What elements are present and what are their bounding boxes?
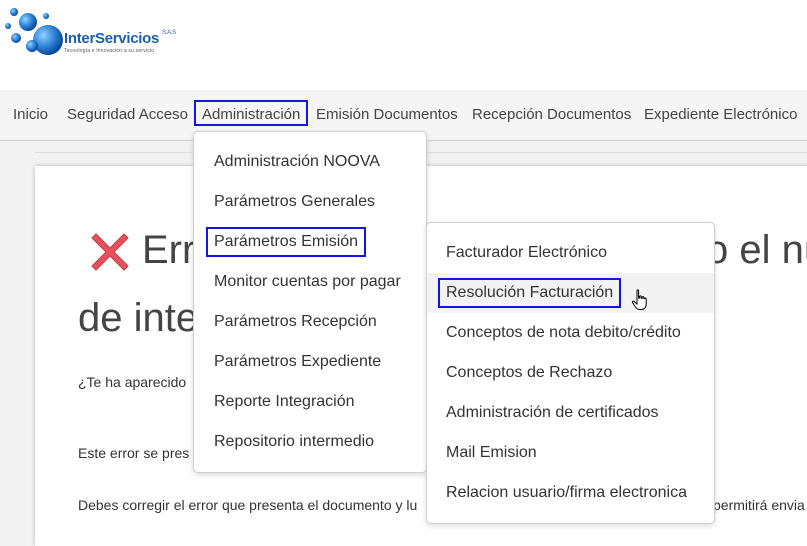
logo-suffix: S.A.S bbox=[162, 30, 176, 36]
submenu-item-relacion-usuario-firma[interactable]: Relacion usuario/firma electronica bbox=[427, 473, 714, 513]
submenu-item-mail-emision[interactable]: Mail Emision bbox=[427, 433, 714, 473]
submenu-item-facturador-electronico[interactable]: Facturador Electrónico bbox=[427, 233, 714, 273]
nav-emision-documentos[interactable]: Emisión Documentos bbox=[316, 104, 458, 126]
menu-item-parametros-generales[interactable]: Parámetros Generales bbox=[194, 182, 426, 222]
menu-item-monitor-cuentas[interactable]: Monitor cuentas por pagar bbox=[194, 262, 426, 302]
nav-inicio[interactable]: Inicio bbox=[13, 104, 48, 126]
submenu-item-conceptos-nota[interactable]: Conceptos de nota debito/crédito bbox=[427, 313, 714, 353]
article-title-line1-right: o el nú bbox=[706, 228, 807, 272]
article-paragraph-3-right: permitirá envia bbox=[713, 497, 805, 513]
menu-item-parametros-expediente[interactable]: Parámetros Expediente bbox=[194, 342, 426, 382]
article-paragraph-2: Este error se pres bbox=[78, 445, 190, 461]
logo-bubbles-icon bbox=[5, 8, 63, 55]
nav-expediente-electronico[interactable]: Expediente Electrónico bbox=[644, 104, 797, 126]
menu-item-administracion-noova[interactable]: Administración NOOVA bbox=[194, 142, 426, 182]
article-paragraph-1: ¿Te ha aparecido bbox=[78, 374, 187, 390]
hand-cursor-icon bbox=[631, 289, 647, 310]
submenu-item-conceptos-rechazo[interactable]: Conceptos de Rechazo bbox=[427, 353, 714, 393]
menu-item-parametros-recepcion[interactable]: Parámetros Recepción bbox=[194, 302, 426, 342]
article-title-line2: de inte bbox=[78, 296, 199, 340]
error-x-icon bbox=[91, 233, 129, 271]
menu-item-repositorio-intermedio[interactable]: Repositorio intermedio bbox=[194, 422, 426, 462]
nav-seguridad-acceso[interactable]: Seguridad Acceso bbox=[67, 104, 188, 126]
submenu-item-resolucion-facturacion[interactable]: Resolución Facturación bbox=[427, 273, 714, 313]
nav-recepcion-documentos[interactable]: Recepción Documentos bbox=[472, 104, 631, 126]
menu-item-parametros-emision[interactable]: Parámetros Emisión bbox=[194, 222, 426, 262]
nav-administracion[interactable]: Administración bbox=[194, 100, 309, 126]
company-logo[interactable]: InterServicios S.A.S Tecnología e innovac… bbox=[2, 2, 182, 68]
logo-tagline: Tecnología e innovación a su servicio bbox=[64, 48, 155, 54]
article-title-line1: Err bbox=[142, 228, 196, 272]
administracion-dropdown: Administración NOOVA Parámetros Generale… bbox=[193, 131, 427, 473]
submenu-item-resolucion-facturacion-label: Resolución Facturación bbox=[438, 278, 622, 308]
menu-item-reporte-integracion[interactable]: Reporte Integración bbox=[194, 382, 426, 422]
article-paragraph-3: Debes corregir el error que presenta el … bbox=[78, 497, 418, 513]
header: InterServicios S.A.S Tecnología e innovac… bbox=[0, 0, 807, 90]
parametros-emision-submenu: Facturador Electrónico Resolución Factur… bbox=[426, 222, 715, 524]
submenu-item-administracion-certificados[interactable]: Administración de certificados bbox=[427, 393, 714, 433]
menu-item-parametros-emision-label: Parámetros Emisión bbox=[206, 227, 367, 257]
logo-name: InterServicios S.A.S bbox=[64, 30, 176, 47]
